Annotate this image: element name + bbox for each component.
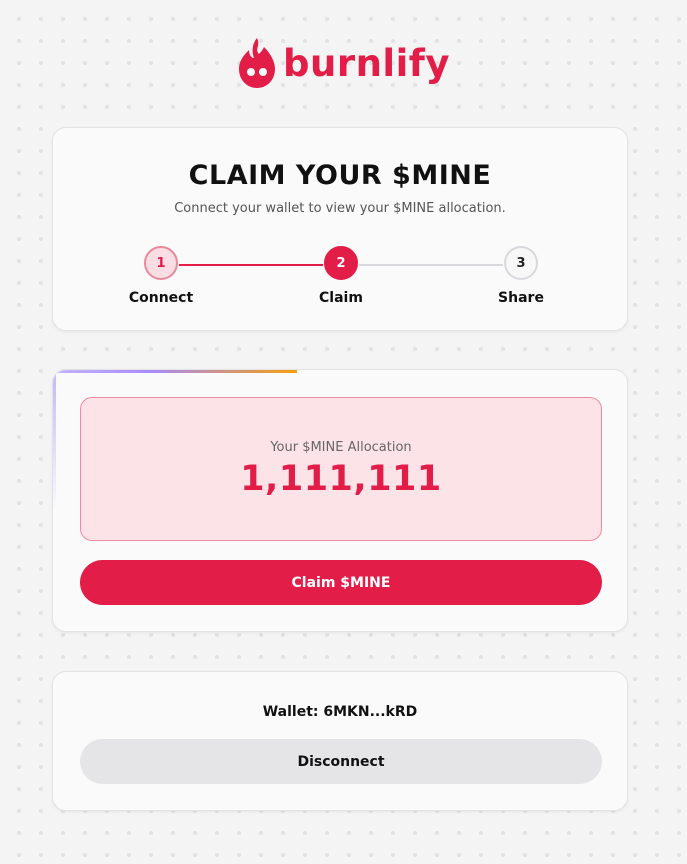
card-accent-border xyxy=(53,370,297,373)
claim-header-card: CLAIM YOUR $MINE Connect your wallet to … xyxy=(52,127,628,331)
flame-icon xyxy=(239,38,275,88)
step-share: 3 Share xyxy=(461,246,581,306)
brand-name: burnlify xyxy=(283,41,450,85)
allocation-card: Your $MINE Allocation 1,111,111 Claim $M… xyxy=(52,369,628,632)
step-number-circle: 1 xyxy=(144,246,178,280)
allocation-box: Your $MINE Allocation 1,111,111 xyxy=(80,397,602,541)
page-subtitle: Connect your wallet to view your $MINE a… xyxy=(174,201,506,216)
step-number-circle: 2 xyxy=(324,246,358,280)
step-claim: 2 Claim xyxy=(281,246,401,306)
progress-stepper: 1 Connect 2 Claim 3 Share xyxy=(53,246,629,316)
card-accent-border-left xyxy=(53,370,56,510)
wallet-card: Wallet: 6MKN...kRD Disconnect xyxy=(52,671,628,811)
wallet-address: Wallet: 6MKN...kRD xyxy=(262,704,418,720)
step-connect: 1 Connect xyxy=(101,246,221,306)
step-label: Claim xyxy=(319,290,363,306)
page-title: CLAIM YOUR $MINE xyxy=(188,160,492,191)
step-label: Connect xyxy=(128,290,194,306)
claim-button[interactable]: Claim $MINE xyxy=(80,560,602,605)
allocation-label: Your $MINE Allocation xyxy=(270,440,412,455)
brand-logo: burnlify xyxy=(0,36,687,90)
step-label: Share xyxy=(498,290,544,306)
disconnect-button[interactable]: Disconnect xyxy=(80,739,602,784)
step-number-circle: 3 xyxy=(504,246,538,280)
allocation-value: 1,111,111 xyxy=(240,459,442,499)
